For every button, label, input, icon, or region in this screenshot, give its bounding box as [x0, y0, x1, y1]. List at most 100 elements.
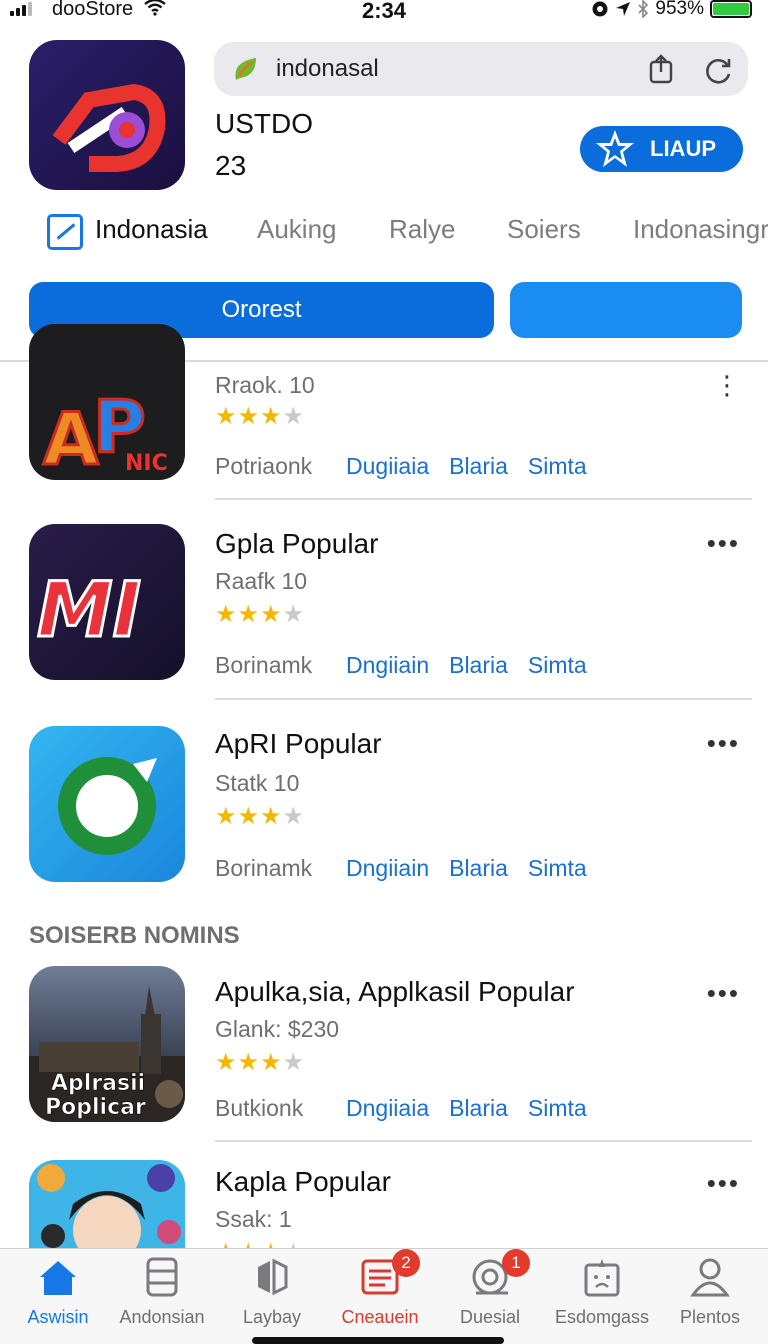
home-icon: [36, 1255, 80, 1299]
app-icon: Aplrasii Poplicar: [29, 966, 185, 1122]
rating-stars: ★★★★: [215, 601, 306, 628]
app-tags: Borinamk Dngiiain Blaria Simta: [215, 855, 607, 882]
svg-text:NIC: NIC: [125, 451, 168, 476]
list-item[interactable]: Aplrasii Poplicar Apulka,sia, Applkasil …: [0, 966, 768, 1146]
battery-percent: 953%: [655, 0, 704, 19]
icon-caption-line2: Poplicar: [45, 1095, 146, 1120]
row-divider: [215, 1140, 752, 1142]
status-bar: dooStore 2:34 953%: [0, 0, 768, 24]
tab-bar-label: Duesial: [459, 1307, 521, 1327]
app-tag: Potriaonk: [215, 453, 313, 479]
search-icon: 1: [468, 1249, 530, 1299]
alarm-icon: [592, 1, 608, 17]
home-indicator[interactable]: [252, 1337, 504, 1344]
tab-bar-item-profile[interactable]: Plentos: [656, 1255, 764, 1328]
app-icon: MI: [29, 524, 185, 680]
bluetooth-icon: [638, 0, 649, 18]
app-tag-link[interactable]: Blaria: [449, 855, 508, 882]
app-tag: Borinamk: [215, 652, 313, 678]
tab-indonasingr[interactable]: Indonasingr: [633, 214, 768, 245]
app-tag-link[interactable]: Simta: [528, 453, 587, 480]
more-icon[interactable]: •••: [707, 528, 740, 559]
tab-bar-label: Aswisin: [27, 1307, 89, 1327]
app-meta: Statk 10: [215, 770, 300, 796]
app-subtitle: 23: [215, 150, 247, 181]
app-name[interactable]: Kapla Popular: [215, 1166, 391, 1198]
more-icon[interactable]: •••: [707, 978, 740, 1009]
updates-icon: 2: [358, 1249, 420, 1299]
featured-app-icon[interactable]: [29, 40, 185, 190]
app-tag-link[interactable]: Dngiiaia: [346, 1095, 429, 1122]
search-bar[interactable]: indonasal: [214, 42, 748, 96]
more-icon[interactable]: •••: [707, 1168, 740, 1199]
app-tag-link[interactable]: Blaria: [449, 453, 508, 480]
app-tag-link[interactable]: Simta: [528, 855, 587, 882]
app-name[interactable]: Gpla Popular: [215, 528, 378, 560]
games-icon: [250, 1255, 294, 1299]
rating-stars: ★★★★: [215, 803, 306, 830]
app-tag-link[interactable]: Blaria: [449, 1095, 508, 1122]
tab-indonasia[interactable]: Indonasia: [95, 214, 208, 245]
browser-logo-icon: [235, 58, 256, 80]
tab-ralye[interactable]: Ralye: [389, 214, 455, 245]
section-heading: SOISERB NOMINS: [29, 922, 240, 949]
app-icon: A P NIC: [29, 324, 185, 480]
app-tag: Butkionk: [215, 1095, 304, 1121]
reload-icon[interactable]: [702, 54, 734, 86]
location-icon: [616, 2, 631, 16]
notification-badge: 1: [502, 1249, 530, 1277]
app-name[interactable]: ApRI Popular: [215, 728, 382, 760]
list-item[interactable]: MI Gpla Popular Raafk 10 ★★★★ Borinamk D…: [0, 524, 768, 704]
tab-soiers[interactable]: Soiers: [507, 214, 581, 245]
list-item[interactable]: Kapla Popular Ssak: 1 ★★★★ •••: [0, 1160, 768, 1248]
app-meta: Ssak: 1: [215, 1206, 292, 1232]
app-tag-link[interactable]: Simta: [528, 652, 587, 679]
get-button-label: LIAUP: [650, 136, 716, 161]
tab-bar-label: Plentos: [679, 1307, 741, 1327]
apps-icon: [140, 1255, 184, 1299]
tab-bar-label: Cneauein: [341, 1307, 419, 1327]
list-item[interactable]: A P NIC Rraok. 10 ★★★★ Potriaonk Dugiiai…: [0, 324, 768, 502]
arcade-icon: [580, 1255, 624, 1299]
more-icon[interactable]: •••: [707, 728, 740, 759]
tab-bar-item-games[interactable]: Laybay: [218, 1255, 326, 1328]
tab-auking[interactable]: Auking: [257, 214, 337, 245]
row-divider: [215, 698, 752, 700]
tab-bar-item-arcade[interactable]: Esdomgass: [548, 1255, 656, 1328]
app-tags: Potriaonk Dugiiaia Blaria Simta: [215, 453, 607, 480]
app-tag-link[interactable]: Dngiiain: [346, 652, 429, 679]
tab-bar-item-home[interactable]: Aswisin: [4, 1255, 112, 1328]
tab-bar-item-apps[interactable]: Andonsian: [108, 1255, 216, 1328]
more-vertical-icon[interactable]: ⋮: [714, 370, 742, 401]
app-tag-link[interactable]: Blaria: [449, 652, 508, 679]
segment-secondary-button[interactable]: [510, 282, 742, 338]
app-tag-link[interactable]: Dugiiaia: [346, 453, 429, 480]
app-tag: Borinamk: [215, 855, 313, 881]
tab-bar-item-updates[interactable]: 2 Cneauein: [326, 1249, 434, 1328]
tab-bar: Aswisin Andonsian Laybay 2 Cneauein 1 Du…: [0, 1248, 768, 1344]
rating-stars: ★★★★: [215, 403, 306, 430]
search-input[interactable]: indonasal: [276, 55, 379, 83]
segment-primary-label: Ororest: [221, 296, 302, 323]
battery-icon: [710, 0, 752, 18]
svg-text:A: A: [43, 397, 99, 480]
share-icon[interactable]: [646, 54, 676, 84]
notification-badge: 2: [392, 1249, 420, 1277]
app-title: USTDO: [215, 108, 313, 139]
app-name[interactable]: Apulka,sia, Applkasil Popular: [215, 976, 575, 1008]
app-tag-link[interactable]: Dngiiain: [346, 855, 429, 882]
get-button[interactable]: LIAUP: [580, 126, 743, 172]
profile-icon: [688, 1255, 732, 1299]
svg-text:MI: MI: [37, 565, 141, 654]
app-meta: Glank: $230: [215, 1016, 340, 1042]
app-icon: [29, 726, 185, 882]
tab-bar-label: Esdomgass: [554, 1307, 650, 1327]
icon-caption-line1: Aplrasii: [51, 1071, 145, 1096]
app-tag-link[interactable]: Simta: [528, 1095, 587, 1122]
category-tabs: Indonasia Auking Ralye Soiers Indonasing…: [0, 210, 768, 254]
app-icon: [29, 1160, 185, 1248]
rating-stars: ★★★★: [215, 1049, 306, 1076]
tab-bar-item-search[interactable]: 1 Duesial: [436, 1249, 544, 1328]
rating-stars: ★★★★: [215, 1238, 305, 1248]
list-item[interactable]: ApRI Popular Statk 10 ★★★★ Borinamk Dngi…: [0, 724, 768, 884]
